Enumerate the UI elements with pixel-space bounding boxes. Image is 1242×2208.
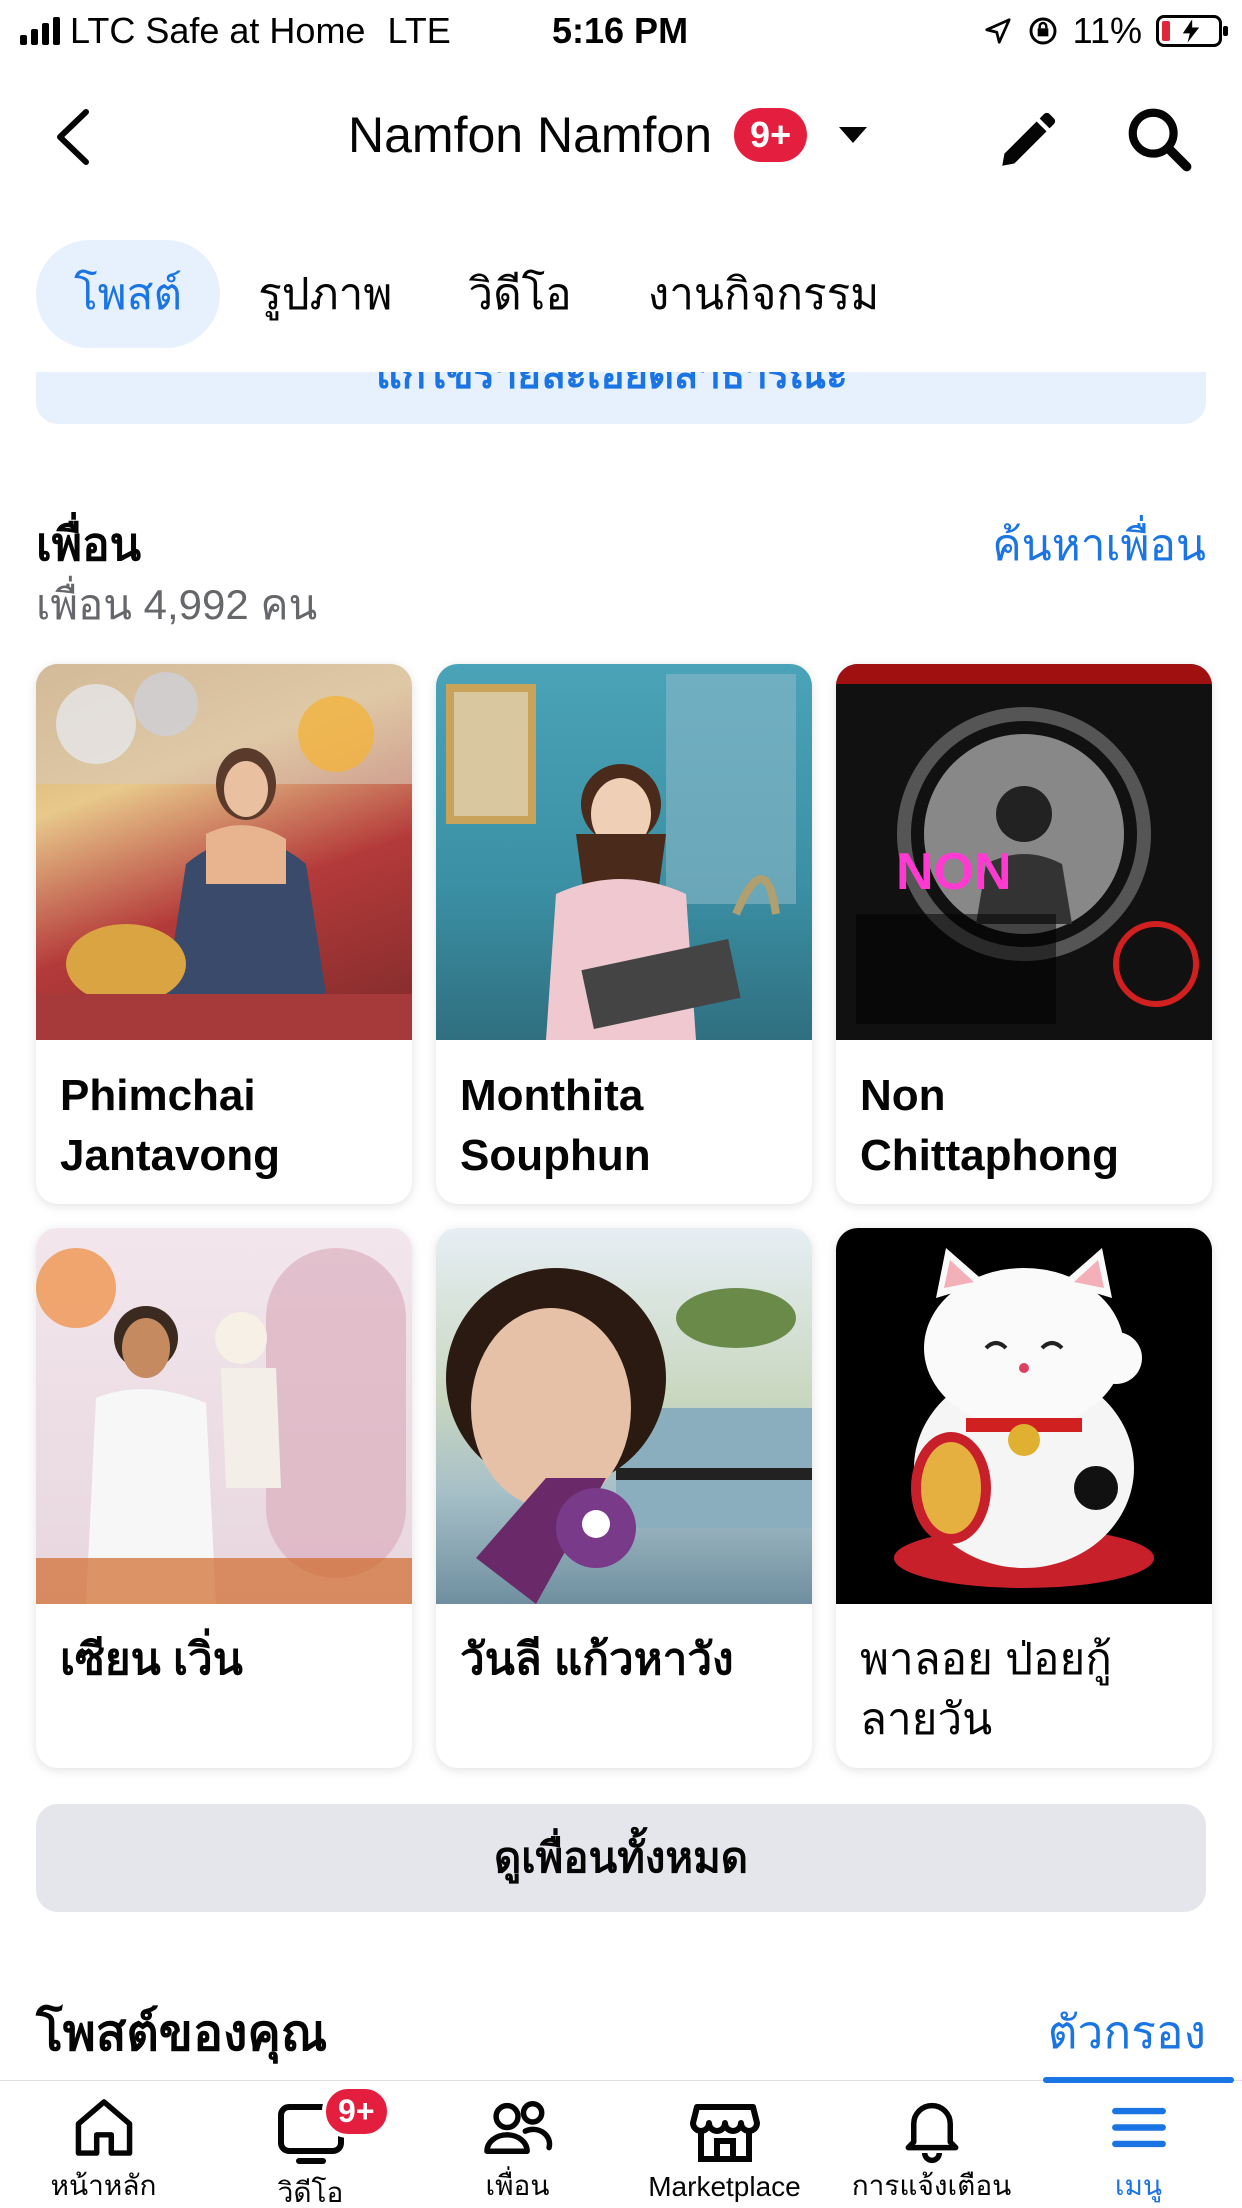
see-all-friends-button[interactable]: ดูเพื่อนทั้งหมด: [36, 1804, 1206, 1912]
friend-card[interactable]: พาลอย ป่อยกู้ ลายวัน: [836, 1228, 1212, 1768]
nav-home-label: หน้าหลัก: [50, 2170, 157, 2201]
friend-card[interactable]: Monthita Souphun: [436, 664, 812, 1204]
rotation-lock-icon: [1029, 17, 1057, 45]
edit-public-details-label: แก้ไขรายละเอียดสาธารณะ: [376, 372, 848, 397]
nav-menu-label: เมนู: [1114, 2170, 1163, 2201]
nav-marketplace-label: Marketplace: [648, 2171, 801, 2202]
friend-card[interactable]: Phimchai Jantavong: [36, 664, 412, 1204]
friend-photo: [836, 1228, 1212, 1604]
bottom-nav: หน้าหลัก 9+ วิดีโอ เพื่อน Marketplace กา…: [0, 2077, 1242, 2208]
nav-notifications-label: การแจ้งเตือน: [851, 2170, 1012, 2201]
friend-photo: [436, 664, 812, 1040]
tab-events[interactable]: งานกิจกรรม: [610, 240, 918, 348]
back-arrow-icon[interactable]: [46, 102, 106, 172]
tab-posts[interactable]: โพสต์: [36, 240, 221, 348]
status-bar: LTC Safe at Home LTE 5:16 PM 11%: [0, 0, 1242, 62]
friend-photo: [36, 1228, 412, 1604]
page-title: Namfon Namfon: [348, 107, 713, 163]
friend-grid: Phimchai Jantavong Monthita Souphun NON …: [36, 664, 1214, 1768]
status-right: 11%: [983, 10, 1228, 52]
search-icon[interactable]: [1124, 104, 1194, 174]
status-time: 5:16 PM: [552, 10, 689, 51]
video-badge: 9+: [322, 2085, 391, 2138]
battery-percent: 11%: [1072, 10, 1142, 51]
friend-name: วันลี แก้วหาวัง: [460, 1635, 734, 1684]
friends-icon: [483, 2101, 552, 2154]
profile-tabs: โพสต์ รูปภาพ วิดีโอ งานกิจกรรม: [36, 240, 917, 348]
friend-name: Non Chittaphong: [860, 1071, 1120, 1180]
menu-icon: [1111, 2107, 1166, 2148]
chevron-down-icon: [839, 127, 868, 143]
friend-name: Monthita Souphun: [460, 1071, 651, 1180]
nav-notifications[interactable]: การแจ้งเตือน: [828, 2081, 1035, 2208]
friend-name: Phimchai Jantavong: [60, 1071, 281, 1180]
friends-count: เพื่อน 4,992 คน: [36, 581, 318, 628]
edit-public-details-button[interactable]: แก้ไขรายละเอียดสาธารณะ: [36, 372, 1206, 424]
friends-section-title: เพื่อน: [36, 518, 142, 570]
friend-photo: [36, 664, 412, 1040]
bell-icon: [905, 2102, 958, 2164]
nav-video-label: วิดีโอ: [277, 2177, 344, 2208]
friend-card[interactable]: NON Non Chittaphong: [836, 664, 1212, 1204]
find-friends-link[interactable]: ค้นหาเพื่อน: [992, 510, 1206, 580]
friend-name: เซียน เวิ่น: [60, 1635, 243, 1684]
friend-card[interactable]: เซียน เวิ่น: [36, 1228, 412, 1768]
posts-section-title: โพสต์ของคุณ: [36, 2005, 328, 2061]
network-type: LTE: [387, 10, 451, 51]
header: Namfon Namfon 9+: [0, 62, 1242, 214]
svg-text:NON: NON: [896, 843, 1012, 901]
marketplace-icon: [689, 2104, 760, 2162]
home-icon: [75, 2099, 132, 2156]
friend-photo: NON: [836, 664, 1212, 1040]
battery-icon: [1156, 15, 1228, 47]
nav-marketplace[interactable]: Marketplace: [621, 2081, 828, 2208]
friend-name: พาลอย ป่อยกู้ ลายวัน: [860, 1635, 1112, 1744]
tab-photos[interactable]: รูปภาพ: [220, 240, 430, 348]
friend-card[interactable]: วันลี แก้วหาวัง: [436, 1228, 812, 1768]
location-arrow-icon: [984, 18, 1011, 44]
friend-photo: [436, 1228, 812, 1604]
pencil-icon[interactable]: [994, 108, 1060, 174]
notification-badge: 9+: [734, 108, 808, 162]
video-icon-wrap: 9+: [271, 2085, 391, 2171]
nav-home[interactable]: หน้าหลัก: [0, 2081, 207, 2208]
filters-link[interactable]: ตัวกรอง: [1048, 1996, 1206, 2069]
status-left: LTC Safe at Home LTE: [20, 10, 451, 52]
nav-menu[interactable]: เมนู: [1035, 2077, 1242, 2208]
carrier-name: LTC Safe at Home: [70, 10, 366, 51]
nav-video[interactable]: 9+ วิดีโอ: [207, 2081, 414, 2208]
signal-icon: [20, 17, 60, 45]
nav-friends-label: เพื่อน: [485, 2170, 550, 2201]
profile-switcher[interactable]: Namfon Namfon 9+: [348, 106, 868, 164]
tab-videos[interactable]: วิดีโอ: [430, 240, 609, 348]
nav-friends[interactable]: เพื่อน: [414, 2081, 621, 2208]
